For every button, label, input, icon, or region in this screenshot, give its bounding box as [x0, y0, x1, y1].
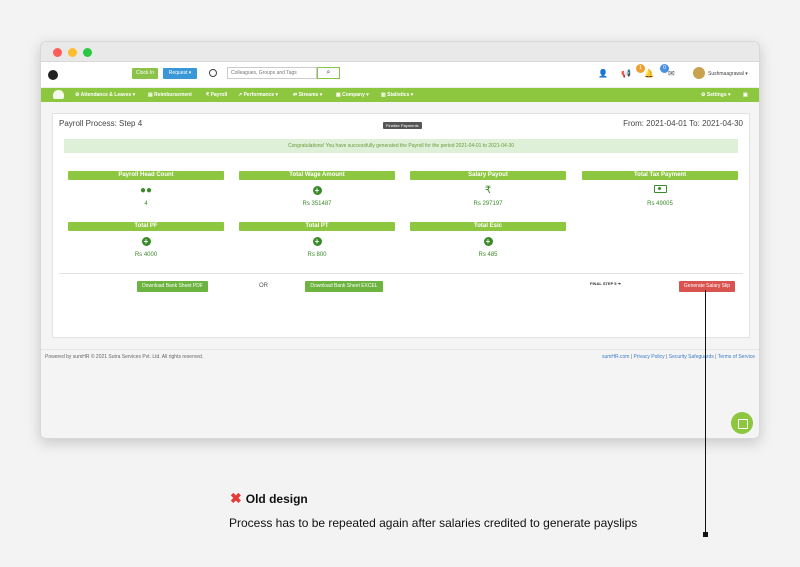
footer-link-terms[interactable]: Terms of Service: [718, 354, 755, 360]
footer-link-sumhr[interactable]: sumHR.com: [602, 354, 630, 360]
nav-settings[interactable]: ⚙ Settings ▾: [701, 92, 731, 98]
page-content: Payroll Process: Step 4 Finalize Payment…: [41, 102, 759, 438]
app-logo[interactable]: [48, 70, 58, 80]
window-titlebar: [41, 42, 759, 62]
nav-performance[interactable]: ↗ Performance ▾: [238, 92, 278, 98]
users-icon: ●●: [139, 185, 153, 196]
close-window-button[interactable]: [53, 48, 62, 57]
user-menu[interactable]: Sushmaagrawal ▾: [708, 71, 748, 77]
rupee-icon: ₹: [484, 185, 492, 196]
annotation-pointer-line: [705, 290, 706, 534]
add-user-icon[interactable]: 👤: [598, 69, 608, 78]
final-step-label: FINAL STEP 5 ➔: [590, 281, 621, 286]
avatar[interactable]: [693, 67, 705, 79]
stat-total-tax: Total Tax Payment Rs 49005: [582, 171, 738, 207]
annotation-heading: ✖ Old design: [230, 490, 308, 506]
megaphone-icon[interactable]: 📢: [621, 69, 631, 78]
stat-value: 4: [144, 201, 148, 207]
footer-link-security[interactable]: Security Safeguards: [669, 354, 714, 360]
plus-circle-icon: +: [141, 237, 151, 246]
search-button[interactable]: ⌕: [317, 67, 340, 79]
stat-value: Rs 485: [478, 252, 498, 258]
stat-total-wage: Total Wage Amount + Rs 351487: [239, 171, 395, 207]
footer-link-privacy[interactable]: Privacy Policy: [634, 354, 665, 360]
nav-company[interactable]: ▦ Company ▾: [336, 92, 369, 98]
stat-total-esic: Total Esic + Rs 485: [410, 222, 566, 258]
nav-statistics[interactable]: ▥ Statistics ▾: [381, 92, 413, 98]
chat-button[interactable]: [731, 412, 753, 434]
stat-total-pf: Total PF + Rs 4000: [68, 222, 224, 258]
download-excel-button[interactable]: Download Bank Sheet EXCEL: [305, 281, 383, 292]
date-range: From: 2021-04-01 To: 2021-04-30: [623, 119, 743, 128]
stat-value: Rs 4000: [134, 252, 158, 258]
nav-streams[interactable]: ⇄ Streams ▾: [293, 92, 322, 98]
download-pdf-button[interactable]: Download Bank Sheet PDF: [137, 281, 208, 292]
stat-label: Total Tax Payment: [582, 171, 738, 180]
minimize-window-button[interactable]: [68, 48, 77, 57]
page-title: Payroll Process: Step 4: [59, 119, 143, 128]
nav-payroll[interactable]: ₹ Payroll: [206, 92, 227, 98]
cash-icon: [653, 185, 667, 193]
copyright-text: Powered by sumHR © 2021 Sutra Services P…: [45, 354, 204, 360]
main-navbar: ⚙ Attendance & Leaves ▾ ▤ Reimbursement …: [41, 88, 759, 102]
browser-window: Clock In Request ▾ ⌕ 👤 📢 1 🔔 0 ✉ Sushmaa…: [40, 41, 760, 439]
or-separator: OR: [259, 283, 268, 289]
generate-salary-slip-button[interactable]: Generate Salary Slip: [679, 281, 735, 292]
clock-in-button[interactable]: Clock In: [132, 68, 158, 79]
stat-label: Salary Payout: [410, 171, 566, 180]
clock-icon[interactable]: [209, 69, 217, 77]
plus-circle-icon: +: [312, 186, 322, 195]
flag-icon[interactable]: ▣: [743, 92, 748, 98]
nav-attendance-leaves[interactable]: ⚙ Attendance & Leaves ▾: [75, 92, 135, 98]
cross-icon: ✖: [230, 490, 242, 506]
stat-label: Payroll Head Count: [68, 171, 224, 180]
plus-circle-icon: +: [312, 237, 322, 246]
dashboard-icon[interactable]: [53, 90, 64, 99]
bell-icon[interactable]: 🔔: [644, 69, 654, 78]
stat-value: Rs 800: [307, 252, 327, 258]
plus-circle-icon: +: [483, 237, 493, 246]
success-alert: Congratulations! You have successfully g…: [64, 139, 738, 153]
stat-label: Total PT: [239, 222, 395, 231]
request-dropdown-button[interactable]: Request ▾: [163, 68, 197, 79]
stat-head-count: Payroll Head Count ●● 4: [68, 171, 224, 207]
stat-value: Rs 49005: [647, 201, 673, 207]
stat-salary-payout: Salary Payout ₹ Rs 297197: [410, 171, 566, 207]
finalize-payments-chip[interactable]: Finalize Payments: [383, 122, 422, 129]
stat-total-pt: Total PT + Rs 800: [239, 222, 395, 258]
mail-icon[interactable]: ✉: [668, 69, 675, 78]
stat-label: Total Wage Amount: [239, 171, 395, 180]
app-topbar: Clock In Request ▾ ⌕ 👤 📢 1 🔔 0 ✉ Sushmaa…: [41, 62, 759, 88]
page-footer: Powered by sumHR © 2021 Sutra Services P…: [41, 349, 759, 363]
footer-links: sumHR.com | Privacy Policy | Security Sa…: [601, 354, 755, 360]
annotation-pointer-dot: [703, 532, 708, 537]
maximize-window-button[interactable]: [83, 48, 92, 57]
divider: [59, 273, 743, 274]
stat-value: Rs 351487: [302, 201, 332, 207]
payroll-card: Payroll Process: Step 4 Finalize Payment…: [52, 113, 750, 338]
nav-reimbursement[interactable]: ▤ Reimbursement: [148, 92, 192, 98]
stat-value: Rs 297197: [473, 201, 503, 207]
stat-label: Total Esic: [410, 222, 566, 231]
annotation-caption: Process has to be repeated again after s…: [229, 516, 638, 530]
search-input[interactable]: [227, 67, 317, 79]
stat-label: Total PF: [68, 222, 224, 231]
